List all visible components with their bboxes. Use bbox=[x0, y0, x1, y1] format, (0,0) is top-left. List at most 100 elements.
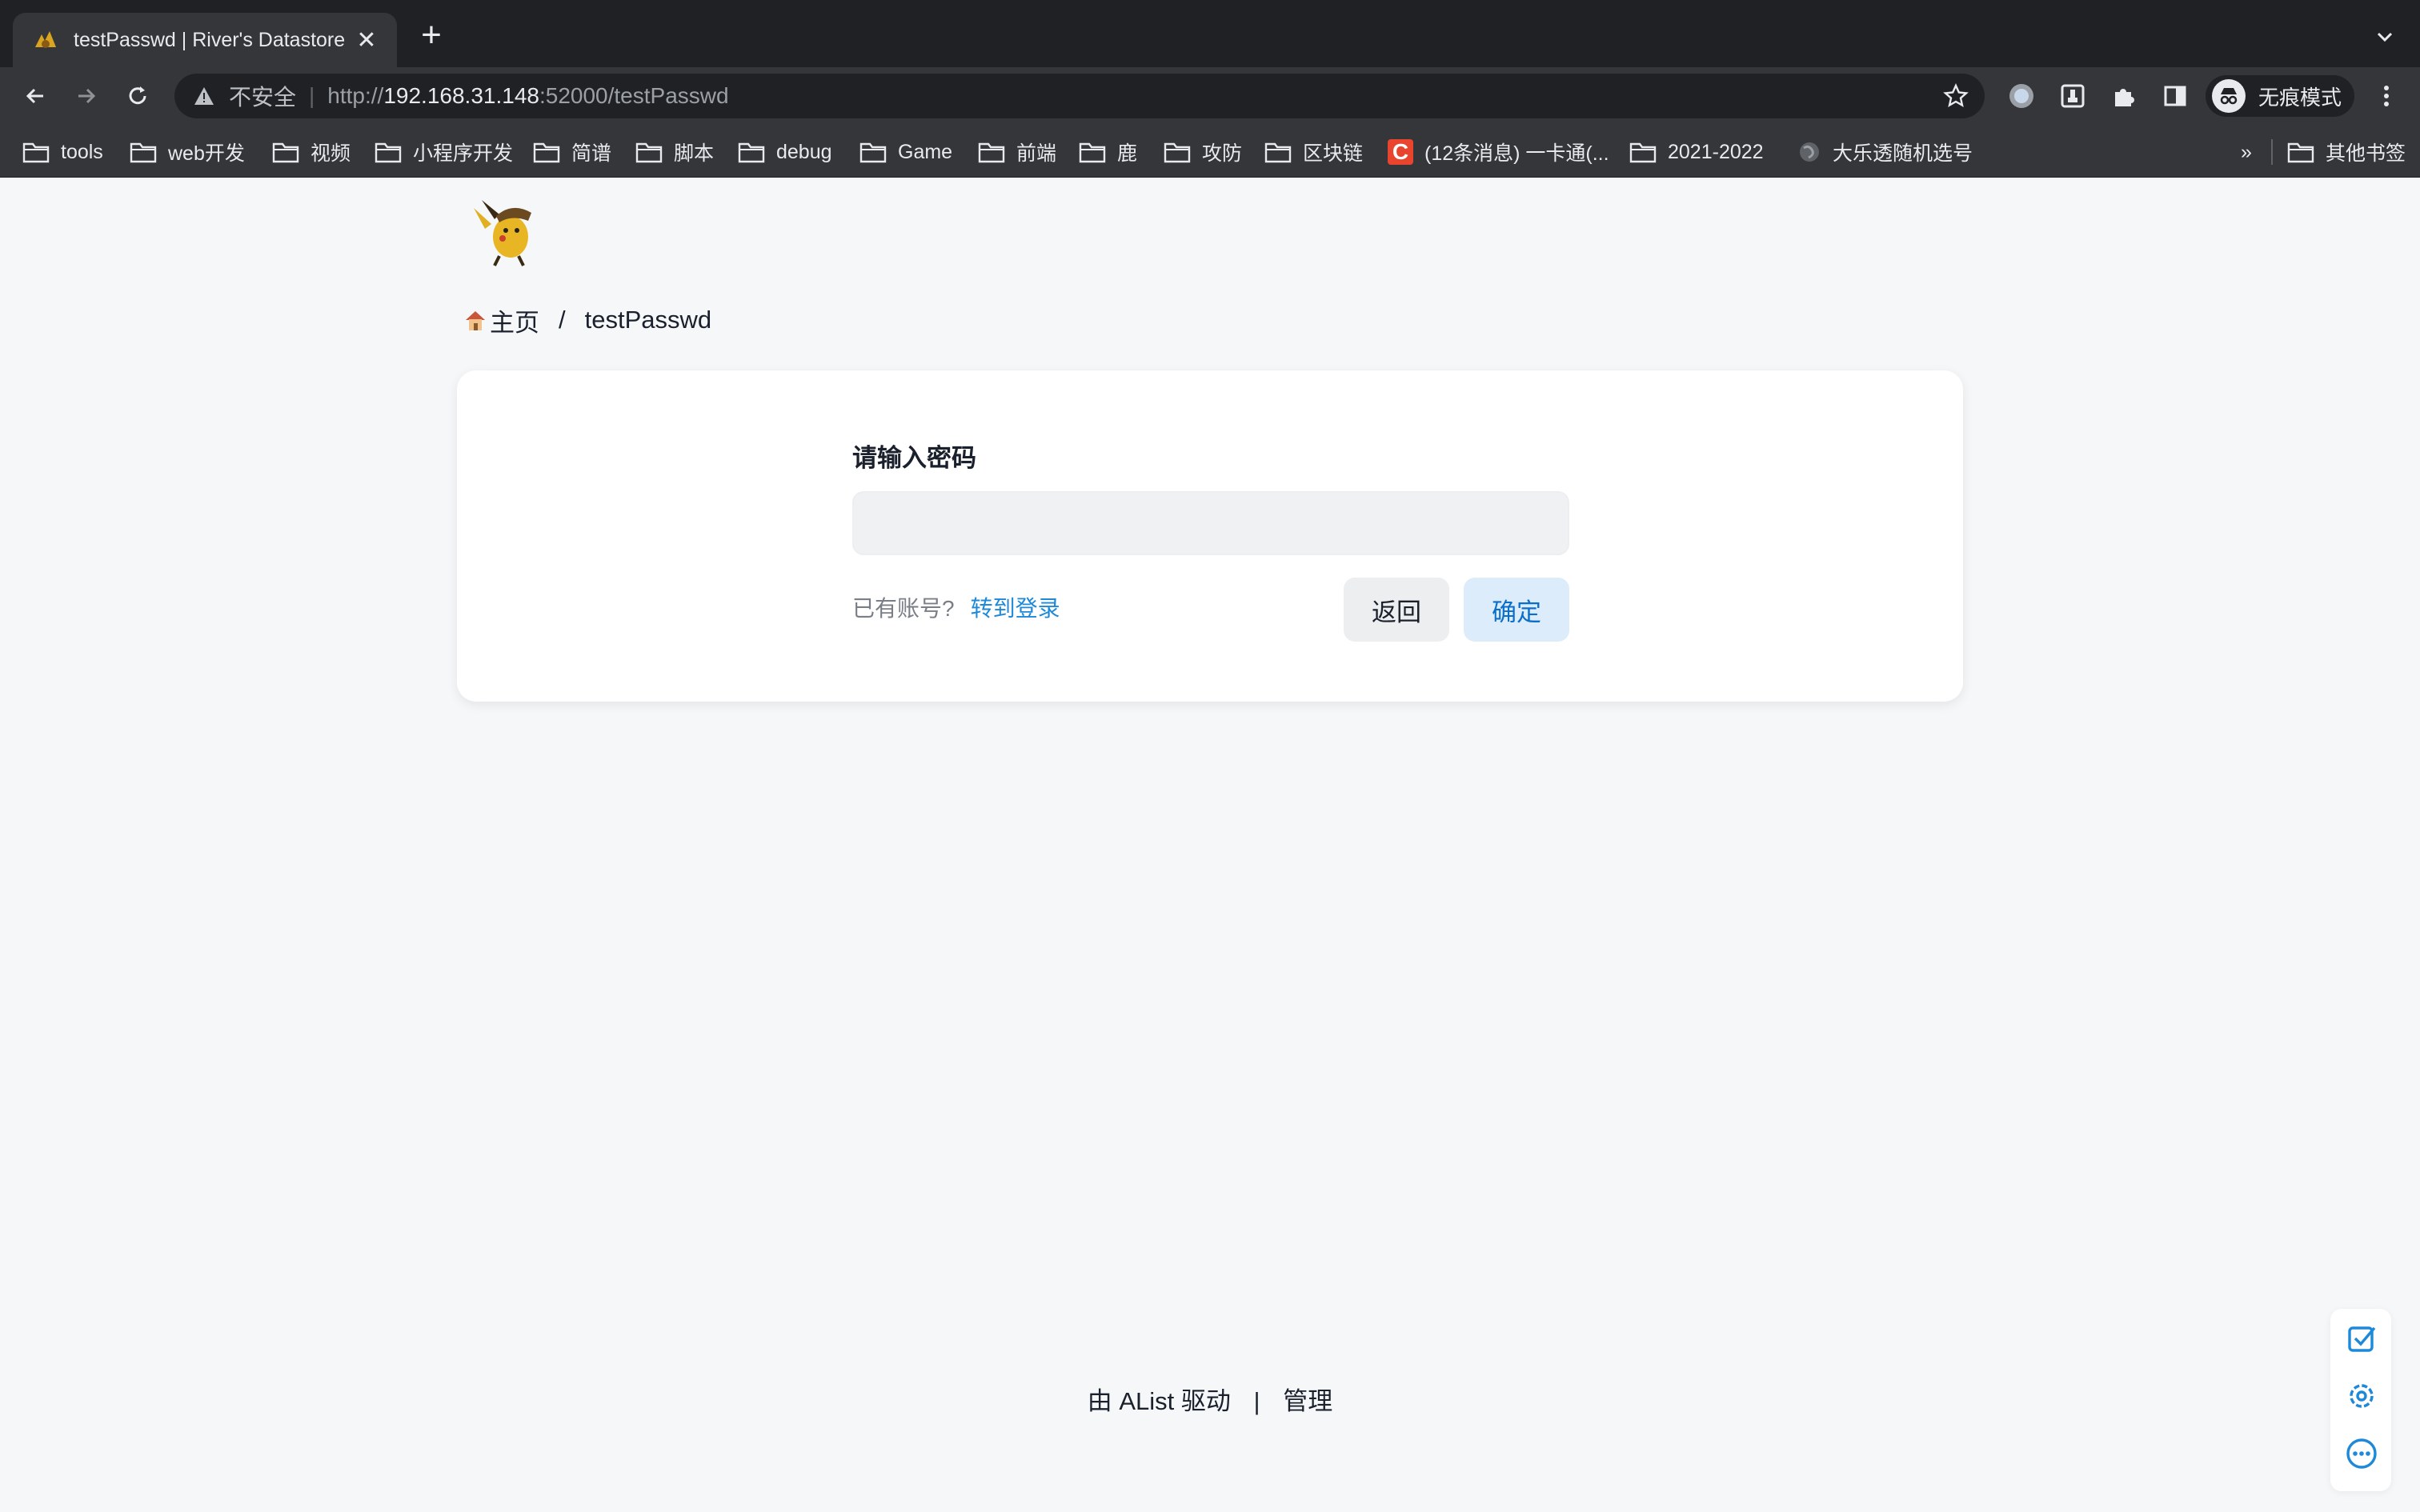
folder-icon bbox=[130, 142, 157, 163]
password-card: 请输入密码 已有账号? 转到登录 返回 确定 bbox=[457, 370, 1963, 702]
bookmark-item[interactable]: 简谱 bbox=[533, 136, 611, 168]
bookmark-item[interactable]: 前端 bbox=[978, 136, 1056, 168]
bookmark-label: (12条消息) 一卡通(... bbox=[1424, 142, 1609, 165]
reload-icon[interactable] bbox=[120, 78, 155, 114]
incognito-profile-button[interactable]: 无痕模式 bbox=[2206, 75, 2354, 117]
not-secure-warning-icon[interactable] bbox=[194, 86, 214, 106]
tab-title: testPasswd | River's Datastore bbox=[74, 28, 346, 51]
globe-icon bbox=[1800, 142, 1819, 162]
bookmark-item[interactable]: 小程序开发 bbox=[375, 136, 513, 168]
tab-close-icon[interactable]: ✕ bbox=[352, 26, 381, 54]
go-login-link[interactable]: 转到登录 bbox=[971, 591, 1060, 623]
breadcrumb-home-link[interactable]: 主页 bbox=[490, 302, 539, 338]
browser-tabbar: testPasswd | River's Datastore ✕ + bbox=[0, 0, 2420, 67]
folder-icon bbox=[978, 142, 1005, 163]
password-prompt-title: 请输入密码 bbox=[852, 444, 976, 472]
floating-toolbar bbox=[2330, 1309, 2391, 1491]
extension-password-icon[interactable] bbox=[2057, 80, 2089, 112]
breadcrumb: 主页 / testPasswd bbox=[463, 302, 712, 338]
folder-icon bbox=[272, 142, 299, 163]
footer: 由 AList 驱动 | 管理 bbox=[0, 1381, 2420, 1417]
bookmark-item[interactable]: tools bbox=[22, 136, 103, 168]
bookmark-item[interactable]: 区块链 bbox=[1264, 136, 1363, 168]
folder-icon bbox=[375, 142, 402, 163]
folder-icon bbox=[1264, 142, 1292, 163]
bookmark-label: 区块链 bbox=[1303, 142, 1364, 165]
bookmark-item[interactable]: 大乐透随机选号 bbox=[1797, 136, 1973, 168]
csdn-icon: C bbox=[1388, 139, 1413, 165]
bookmark-label: 攻防 bbox=[1202, 142, 1243, 165]
folder-icon bbox=[738, 142, 765, 163]
url-host: 192.168.31.148 bbox=[383, 83, 539, 108]
password-input[interactable] bbox=[852, 491, 1569, 555]
bookmark-item[interactable]: 脚本 bbox=[635, 136, 714, 168]
breadcrumb-current[interactable]: testPasswd bbox=[585, 306, 712, 334]
incognito-icon bbox=[2212, 79, 2246, 113]
bookmark-label: web开发 bbox=[168, 142, 245, 165]
bookmark-star-icon[interactable] bbox=[1943, 83, 1969, 109]
bookmark-item[interactable]: 攻防 bbox=[1164, 136, 1242, 168]
folder-icon bbox=[1629, 142, 1657, 163]
url-path: :52000/testPasswd bbox=[539, 83, 729, 108]
address-bar[interactable]: 不安全 | http:// 192.168.31.148 :52000/test… bbox=[174, 74, 1985, 118]
new-tab-button[interactable]: + bbox=[413, 18, 450, 54]
confirm-button[interactable]: 确定 bbox=[1464, 578, 1569, 642]
manage-link[interactable]: 管理 bbox=[1283, 1387, 1332, 1415]
bookmarks-bar: » 其他书签 tools web开发 视频 小程序开发 简谱 脚本 debug Game 前端 鹿… bbox=[0, 125, 2420, 178]
folder-icon bbox=[2287, 142, 2314, 163]
extensions-puzzle-icon[interactable] bbox=[2108, 80, 2140, 112]
folder-icon bbox=[1079, 142, 1106, 163]
folder-icon bbox=[22, 142, 50, 163]
other-bookmarks-folder[interactable]: 其他书签 bbox=[2287, 136, 2406, 168]
footer-separator: | bbox=[1253, 1387, 1260, 1415]
incognito-label: 无痕模式 bbox=[2258, 85, 2342, 110]
url-scheme: http:// bbox=[327, 83, 384, 108]
settings-gear-icon[interactable] bbox=[2345, 1379, 2378, 1413]
security-label[interactable]: 不安全 bbox=[229, 80, 296, 112]
bookmark-label: 鹿 bbox=[1117, 142, 1138, 165]
bookmark-item[interactable]: C (12条消息) 一卡通(... bbox=[1388, 136, 1609, 168]
folder-icon bbox=[635, 142, 663, 163]
bookmark-label: 脚本 bbox=[674, 142, 715, 165]
omnibox-divider: | bbox=[309, 83, 315, 108]
bookmark-label: 小程序开发 bbox=[413, 142, 514, 165]
folder-icon bbox=[859, 142, 887, 163]
bookmark-label: debug bbox=[776, 140, 832, 163]
powered-by-link[interactable]: 由 AList 驱动 bbox=[1088, 1387, 1231, 1415]
page-content: 主页 / testPasswd 请输入密码 已有账号? 转到登录 返回 确定 由… bbox=[0, 178, 2420, 1512]
home-icon bbox=[466, 311, 485, 330]
has-account-text: 已有账号? bbox=[852, 596, 955, 621]
site-logo[interactable] bbox=[467, 192, 544, 269]
bookmark-label: 视频 bbox=[311, 142, 351, 165]
bookmark-label: 其他书签 bbox=[2326, 142, 2406, 165]
bookmark-label: 大乐透随机选号 bbox=[1833, 142, 1973, 165]
back-button[interactable]: 返回 bbox=[1344, 578, 1449, 642]
bookmarks-divider bbox=[2271, 139, 2273, 165]
tab-search-chevron-icon[interactable] bbox=[2369, 21, 2401, 53]
forward-arrow-icon[interactable] bbox=[69, 78, 104, 114]
side-panel-icon[interactable] bbox=[2159, 80, 2191, 112]
browser-menu-icon[interactable] bbox=[2372, 82, 2401, 110]
bookmark-item[interactable]: 鹿 bbox=[1079, 136, 1137, 168]
checkbox-select-icon[interactable] bbox=[2345, 1322, 2378, 1355]
extension-circle-icon[interactable] bbox=[2005, 80, 2037, 112]
breadcrumb-separator: / bbox=[559, 306, 566, 334]
back-arrow-icon[interactable] bbox=[18, 78, 53, 114]
bookmark-item[interactable]: Game bbox=[859, 136, 952, 168]
bookmark-label: 2021-2022 bbox=[1668, 140, 1764, 163]
bookmark-label: Game bbox=[898, 140, 953, 163]
bookmark-item[interactable]: 视频 bbox=[272, 136, 351, 168]
folder-icon bbox=[533, 142, 560, 163]
bookmark-item[interactable]: 2021-2022 bbox=[1629, 136, 1764, 168]
bookmark-item[interactable]: debug bbox=[738, 136, 832, 168]
login-hint: 已有账号? 转到登录 bbox=[852, 591, 1060, 623]
bookmark-label: tools bbox=[61, 140, 103, 163]
bookmarks-overflow-button[interactable]: » bbox=[2241, 136, 2252, 168]
bookmark-item[interactable]: web开发 bbox=[130, 136, 245, 168]
browser-tab-active[interactable]: testPasswd | River's Datastore ✕ bbox=[13, 13, 397, 67]
folder-icon bbox=[1164, 142, 1191, 163]
browser-toolbar: 不安全 | http:// 192.168.31.148 :52000/test… bbox=[0, 67, 2420, 125]
bookmark-label: 简谱 bbox=[571, 142, 612, 165]
more-options-icon[interactable] bbox=[2345, 1437, 2378, 1470]
tab-favicon-icon bbox=[35, 31, 56, 48]
